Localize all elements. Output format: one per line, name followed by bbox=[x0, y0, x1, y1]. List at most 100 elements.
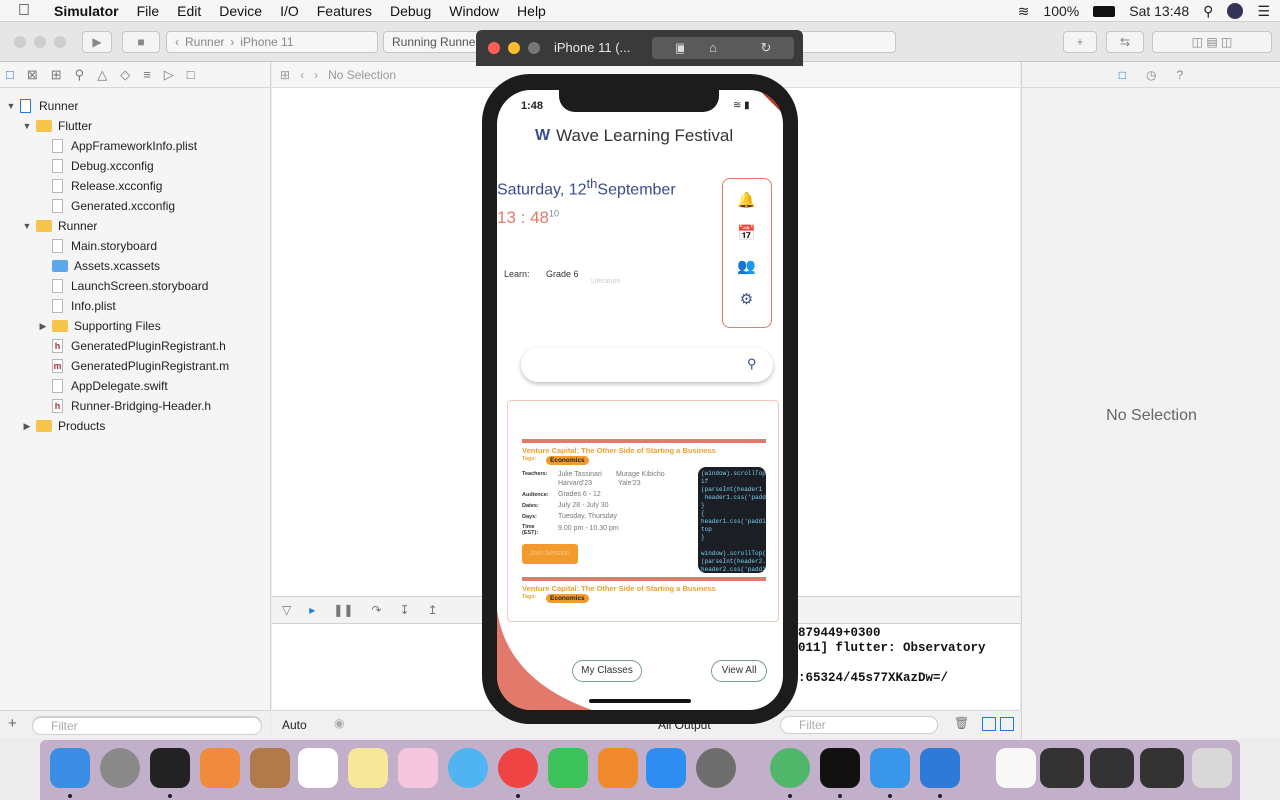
chrome-icon[interactable] bbox=[498, 748, 538, 788]
battery-percent[interactable]: 100% bbox=[1043, 3, 1079, 19]
terminal-icon[interactable] bbox=[820, 748, 860, 788]
file-tree-item[interactable]: ▼ Runner bbox=[22, 216, 98, 236]
window-zoom-button[interactable] bbox=[54, 36, 66, 48]
disclosure-open-icon[interactable]: ▼ bbox=[22, 121, 32, 131]
app-store-icon[interactable] bbox=[646, 748, 686, 788]
search-input[interactable]: ⚲ bbox=[521, 348, 773, 382]
trash-icon[interactable] bbox=[1192, 748, 1232, 788]
trash-icon[interactable]: 🗑 bbox=[954, 716, 969, 730]
add-icon[interactable]: + bbox=[8, 715, 17, 732]
file-tree-item[interactable]: ▼ Flutter bbox=[22, 116, 92, 136]
menu-window[interactable]: Window bbox=[449, 3, 499, 19]
view-all-button[interactable]: View All bbox=[711, 660, 767, 682]
my-classes-button[interactable]: My Classes bbox=[572, 660, 642, 682]
android-studio-icon[interactable] bbox=[770, 748, 810, 788]
wifi-icon[interactable]: ≋ bbox=[1018, 3, 1030, 20]
folder-icon[interactable]: □ bbox=[6, 67, 14, 82]
window-close-button[interactable] bbox=[14, 36, 26, 48]
finder-icon[interactable] bbox=[50, 748, 90, 788]
bell-icon[interactable]: 🔔 bbox=[723, 191, 770, 209]
test-icon[interactable]: ◇ bbox=[120, 67, 130, 83]
file-tree-item[interactable]: ▶ Products bbox=[22, 416, 106, 436]
file-tree-item[interactable]: Generated.xcconfig bbox=[38, 196, 175, 216]
window-thumbnail-icon[interactable] bbox=[1040, 748, 1084, 788]
stop-button[interactable]: ■ bbox=[122, 31, 160, 53]
battery-icon[interactable] bbox=[1093, 5, 1116, 17]
pause-icon[interactable]: ❚❚ bbox=[333, 603, 353, 617]
menu-app-name[interactable]: Simulator bbox=[54, 3, 119, 19]
tag-badge[interactable]: Economics bbox=[546, 456, 589, 465]
code-review-button[interactable]: ⇆ bbox=[1106, 31, 1144, 53]
breakpoints-toggle-icon[interactable]: ▸ bbox=[309, 603, 315, 617]
report-icon[interactable]: □ bbox=[187, 67, 195, 82]
disclosure-closed-icon[interactable]: ▶ bbox=[38, 321, 48, 332]
file-tree-item[interactable]: Main.storyboard bbox=[38, 236, 157, 256]
people-icon[interactable]: 👥 bbox=[723, 257, 770, 275]
class-card[interactable]: Venture Capital: The Other Side of Start… bbox=[522, 439, 766, 587]
file-tree-item[interactable]: AppFrameworkInfo.plist bbox=[38, 136, 197, 156]
file-tree-item[interactable]: m GeneratedPluginRegistrant.m bbox=[38, 356, 229, 376]
history-icon[interactable]: ◷ bbox=[1146, 68, 1156, 82]
home-indicator[interactable] bbox=[589, 699, 691, 703]
split-left-icon[interactable] bbox=[982, 717, 996, 731]
launchpad-icon[interactable] bbox=[100, 748, 140, 788]
menu-edit[interactable]: Edit bbox=[177, 3, 201, 19]
breakpoint-icon[interactable]: ▷ bbox=[164, 67, 174, 83]
menu-file[interactable]: File bbox=[137, 3, 160, 19]
control-center-icon[interactable]: ☰ bbox=[1257, 3, 1270, 20]
disclosure-open-icon[interactable]: ▼ bbox=[22, 221, 32, 231]
menu-features[interactable]: Features bbox=[317, 3, 372, 19]
rotate-icon[interactable]: ↻ bbox=[738, 37, 794, 59]
window-thumbnail-icon[interactable] bbox=[1090, 748, 1134, 788]
join-session-button[interactable]: Join Session bbox=[522, 544, 578, 564]
system-preferences-icon[interactable] bbox=[696, 748, 736, 788]
simulator-icon[interactable] bbox=[920, 748, 960, 788]
xcode-icon[interactable] bbox=[870, 748, 910, 788]
settings-icon[interactable]: ⚙ bbox=[723, 290, 770, 308]
split-right-icon[interactable] bbox=[1000, 717, 1014, 731]
sim-minimize-button[interactable] bbox=[508, 42, 520, 54]
sim-zoom-button[interactable] bbox=[528, 42, 540, 54]
debug-icon[interactable]: ≡ bbox=[143, 67, 151, 82]
sim-close-button[interactable] bbox=[488, 42, 500, 54]
disclosure-closed-icon[interactable]: ▶ bbox=[22, 421, 32, 432]
panel-toggles[interactable]: ◫ ▤ ◫ bbox=[1152, 31, 1272, 53]
hide-debug-icon[interactable]: ▽ bbox=[282, 603, 291, 617]
library-button[interactable]: + bbox=[1063, 31, 1097, 53]
auto-selector[interactable]: Auto bbox=[282, 718, 307, 732]
file-tree-item[interactable]: Info.plist bbox=[38, 296, 116, 316]
file-tree-item[interactable]: h Runner-Bridging-Header.h bbox=[38, 396, 211, 416]
home-icon[interactable]: ⌂ bbox=[684, 37, 742, 59]
apple-icon[interactable]:  bbox=[18, 2, 40, 20]
file-tree-item[interactable]: Release.xcconfig bbox=[38, 176, 162, 196]
spotlight-icon[interactable]: ⚲ bbox=[1203, 3, 1213, 20]
eye-icon[interactable]: ◉ bbox=[334, 716, 344, 730]
disclosure-open-icon[interactable]: ▼ bbox=[6, 101, 16, 111]
facetime-icon[interactable] bbox=[548, 748, 588, 788]
menu-debug[interactable]: Debug bbox=[390, 3, 431, 19]
scheme-selector[interactable]: ‹ Runner › iPhone 11 bbox=[166, 31, 378, 53]
file-tree-item[interactable]: h GeneratedPluginRegistrant.h bbox=[38, 336, 226, 356]
jump-bar-path[interactable]: No Selection bbox=[328, 68, 396, 82]
file-tree-item[interactable]: ▶ Supporting Files bbox=[38, 316, 161, 336]
subject-selector[interactable]: Literature bbox=[591, 278, 621, 285]
step-into-icon[interactable]: ↧ bbox=[399, 603, 409, 617]
menu-help[interactable]: Help bbox=[517, 3, 546, 19]
back-icon[interactable]: ‹ bbox=[300, 68, 304, 82]
contacts-icon[interactable] bbox=[250, 748, 290, 788]
class-list[interactable]: Venture Capital: The Other Side of Start… bbox=[507, 400, 779, 622]
calendar-app-icon[interactable] bbox=[298, 748, 338, 788]
touch-app-icon[interactable] bbox=[200, 748, 240, 788]
help-icon[interactable]: ? bbox=[1177, 68, 1184, 82]
find-icon[interactable]: ⚲ bbox=[75, 67, 85, 83]
file-tree-item[interactable]: Assets.xcassets bbox=[38, 256, 160, 276]
symbol-icon[interactable]: ⊞ bbox=[51, 67, 62, 83]
step-out-icon[interactable]: ↥ bbox=[428, 603, 438, 617]
books-icon[interactable] bbox=[598, 748, 638, 788]
photos-icon[interactable] bbox=[398, 748, 438, 788]
window-minimize-button[interactable] bbox=[34, 36, 46, 48]
calendar-icon[interactable]: 📅 bbox=[723, 224, 770, 242]
window-thumbnail-icon[interactable] bbox=[1140, 748, 1184, 788]
notes-icon[interactable] bbox=[348, 748, 388, 788]
file-inspector-icon[interactable]: □ bbox=[1119, 68, 1126, 82]
